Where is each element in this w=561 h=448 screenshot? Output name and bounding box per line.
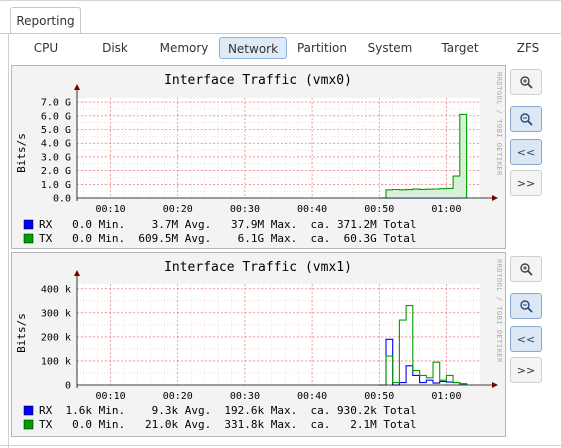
y-tick-label: 100 k [41, 356, 71, 367]
legend-rx: RX 1.6k Min. 9.3k Avg. 192.6k Max. ca. 9… [23, 404, 417, 417]
chart-title: Interface Traffic (vmx1) [164, 260, 352, 275]
y-tick-label: 5.0 G [41, 125, 71, 136]
forward-button[interactable]: >> [510, 357, 542, 383]
back-icon: << [516, 332, 536, 346]
y-tick-label: 6.0 G [41, 111, 71, 122]
zoom-in-button[interactable] [510, 69, 542, 95]
zoom-in-button[interactable] [510, 256, 542, 282]
y-tick-label: 7.0 G [41, 98, 71, 109]
x-tick-label: 01:00 [431, 391, 461, 402]
panel-bottom-border [0, 445, 561, 446]
graph-vmx1: Interface Traffic (vmx1) Bits/s RRDTOOL … [11, 252, 506, 437]
tab-zfs[interactable]: ZFS [502, 37, 554, 59]
graph-vmx0: Interface Traffic (vmx0) Bits/s RRDTOOL … [11, 65, 506, 249]
y-axis-label: Bits/s [15, 313, 28, 353]
y-tick-label: 300 k [41, 308, 71, 319]
y-tick-label: 4.0 G [41, 139, 71, 150]
forward-button[interactable]: >> [510, 170, 542, 196]
rrdtool-watermark: RRDTOOL / TOBI OETIKER [495, 259, 503, 363]
zoom-out-icon [520, 300, 533, 313]
x-tick-label: 00:20 [163, 204, 193, 215]
x-tick-label: 00:10 [96, 391, 126, 402]
y-tick-label: 0 [65, 381, 71, 392]
tab-system[interactable]: System [361, 37, 419, 59]
legend-tx-swatch [23, 233, 34, 244]
tab-reporting[interactable]: Reporting [10, 7, 81, 34]
x-tick-label: 00:40 [297, 204, 327, 215]
x-tick-label: 00:10 [96, 204, 126, 215]
legend-rx-swatch [23, 219, 34, 230]
y-axis-arrow [74, 84, 80, 90]
tab-disk[interactable]: Disk [86, 37, 144, 59]
y-tick-label: 1.0 G [41, 180, 71, 191]
window-top-border [0, 0, 561, 1]
back-icon: << [516, 145, 536, 159]
y-axis-arrow [74, 270, 80, 276]
zoom-in-icon [520, 263, 533, 276]
legend-tx-text: TX 0.0 Min. 609.5M Avg. 6.1G Max. ca. 60… [39, 232, 417, 245]
x-tick-label: 00:40 [297, 391, 327, 402]
reporting-subtabs: CPU Disk Memory Network Partition System… [10, 36, 561, 62]
x-tick-label: 00:50 [364, 204, 394, 215]
plot-area: 00:10 00:20 00:30 00:40 00:50 01:00 0 100 k 200 … [41, 270, 498, 402]
plot-area: 00:10 00:20 00:30 00:40 00:50 01:00 0.0 1.0 G 2.… [41, 84, 498, 215]
rrdtool-watermark: RRDTOOL / TOBI OETIKER [495, 72, 503, 176]
y-axis-label: Bits/s [15, 133, 28, 173]
zoom-out-button[interactable] [510, 293, 542, 319]
graph-vmx0-svg: Interface Traffic (vmx0) Bits/s RRDTOOL … [15, 72, 503, 245]
x-tick-label: 00:50 [364, 391, 394, 402]
x-tick-label: 00:30 [230, 391, 260, 402]
forward-icon: >> [516, 176, 536, 190]
legend-rx-swatch [23, 405, 34, 416]
tab-partition[interactable]: Partition [289, 37, 355, 59]
legend-tx-swatch [23, 419, 34, 430]
y-tick-label: 3.0 G [41, 152, 71, 163]
x-axis-arrow [492, 195, 498, 201]
graph-vmx1-svg: Interface Traffic (vmx1) Bits/s RRDTOOL … [15, 259, 503, 431]
legend-rx-text: RX 1.6k Min. 9.3k Avg. 192.6k Max. ca. 9… [39, 404, 417, 417]
chart-title: Interface Traffic (vmx0) [164, 73, 352, 88]
y-tick-label: 0.0 [53, 194, 71, 205]
legend-tx: TX 0.0 Min. 21.0k Avg. 331.8k Max. ca. 2… [23, 418, 417, 431]
tab-target[interactable]: Target [431, 37, 489, 59]
x-tick-label: 00:20 [163, 391, 193, 402]
y-tick-label: 200 k [41, 332, 71, 343]
tab-memory[interactable]: Memory [153, 37, 215, 59]
forward-icon: >> [516, 363, 536, 377]
tab-network[interactable]: Network [219, 37, 287, 59]
legend-rx-text: RX 0.0 Min. 3.7M Avg. 37.9M Max. ca. 371… [39, 218, 417, 231]
zoom-out-icon [520, 113, 533, 126]
zoom-out-button[interactable] [510, 106, 542, 132]
panel-border [0, 33, 561, 34]
x-tick-label: 01:00 [431, 204, 461, 215]
x-tick-label: 00:30 [230, 204, 260, 215]
legend-tx: TX 0.0 Min. 609.5M Avg. 6.1G Max. ca. 60… [23, 232, 417, 245]
y-tick-label: 400 k [41, 284, 71, 295]
panel-left-border [8, 33, 9, 448]
back-button[interactable]: << [510, 139, 542, 165]
tab-cpu[interactable]: CPU [16, 37, 76, 59]
y-tick-label: 2.0 G [41, 166, 71, 177]
zoom-in-icon [520, 76, 533, 89]
legend-rx: RX 0.0 Min. 3.7M Avg. 37.9M Max. ca. 371… [23, 218, 417, 231]
back-button[interactable]: << [510, 326, 542, 352]
x-axis-arrow [492, 382, 498, 388]
legend-tx-text: TX 0.0 Min. 21.0k Avg. 331.8k Max. ca. 2… [39, 418, 417, 431]
